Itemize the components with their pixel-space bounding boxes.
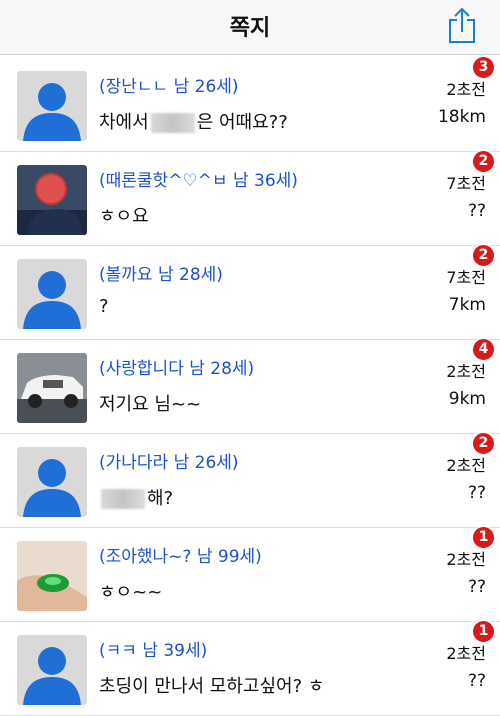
message-preview: 저기요 님~~ <box>99 394 202 415</box>
message-time: 2초전 <box>446 456 486 475</box>
unread-badge: 2 <box>472 150 495 173</box>
unread-badge: 1 <box>472 620 495 643</box>
message-time: 2초전 <box>446 362 486 381</box>
message-preview: ㅎㅇ~~ <box>99 582 163 603</box>
message-time: 7초전 <box>446 268 486 287</box>
message-row[interactable]: (ㅋㅋ 남 39세) 초딩이 만나서 모하고싶어? ㅎ 2초전 ?? 1 <box>0 620 500 716</box>
message-row[interactable]: (조아했나~? 남 99세) ㅎㅇ~~ 2초전 ?? 1 <box>0 526 500 622</box>
sender-name: (볼까요 남 28세) <box>99 265 223 285</box>
sender-name: (가나다라 남 26세) <box>99 453 239 473</box>
default-avatar-icon <box>17 71 87 141</box>
distance: 7km <box>448 295 486 315</box>
profile-photo <box>17 541 87 611</box>
share-icon[interactable] <box>446 6 478 44</box>
distance: 9km <box>448 389 486 409</box>
message-preview: ㅎㅇ요 <box>99 206 149 227</box>
unread-badge: 4 <box>472 338 495 361</box>
message-time: 2초전 <box>446 80 486 99</box>
unread-badge: 2 <box>472 244 495 267</box>
distance: ?? <box>467 483 486 503</box>
unread-badge: 1 <box>472 526 495 549</box>
message-row[interactable]: (사랑합니다 남 28세) 저기요 님~~ 2초전 9km 4 <box>0 338 500 434</box>
nav-bar: 쪽지 <box>0 0 500 55</box>
distance: ?? <box>467 671 486 691</box>
unread-badge: 3 <box>472 56 495 79</box>
sender-name: (ㅋㅋ 남 39세) <box>99 641 208 661</box>
sender-name: (장난ㄴㄴ 남 26세) <box>99 77 239 97</box>
unread-badge: 2 <box>472 432 495 455</box>
profile-photo <box>17 165 87 235</box>
message-time: 7초전 <box>446 174 486 193</box>
sender-name: (때론쿨핫^♡^ㅂ 남 36세) <box>99 171 298 191</box>
message-row[interactable]: (때론쿨핫^♡^ㅂ 남 36세) ㅎㅇ요 7초전 ?? 2 <box>0 150 500 246</box>
sender-name: (조아했나~? 남 99세) <box>99 547 262 567</box>
distance: 18km <box>437 107 486 127</box>
message-time: 2초전 <box>446 550 486 569</box>
blurred-text <box>101 489 145 509</box>
message-preview: 차에서 은 어때요?? <box>99 112 288 133</box>
default-avatar-icon <box>17 635 87 705</box>
message-preview: ? <box>99 296 109 317</box>
message-preview: 초딩이 만나서 모하고싶어? ㅎ <box>99 676 325 697</box>
message-time: 2초전 <box>446 644 486 663</box>
page-title: 쪽지 <box>229 16 271 41</box>
message-preview: 해? <box>99 484 173 510</box>
message-row[interactable]: (장난ㄴㄴ 남 26세) 차에서 은 어때요?? 2초전 18km 3 <box>0 56 500 152</box>
message-row[interactable]: (볼까요 남 28세) ? 7초전 7km 2 <box>0 244 500 340</box>
default-avatar-icon <box>17 259 87 329</box>
profile-photo <box>17 353 87 423</box>
distance: ?? <box>467 577 486 597</box>
message-row[interactable]: (가나다라 남 26세) 해? 2초전 ?? 2 <box>0 432 500 528</box>
blurred-text <box>150 113 195 133</box>
sender-name: (사랑합니다 남 28세) <box>99 359 255 379</box>
distance: ?? <box>467 201 486 221</box>
default-avatar-icon <box>17 447 87 517</box>
